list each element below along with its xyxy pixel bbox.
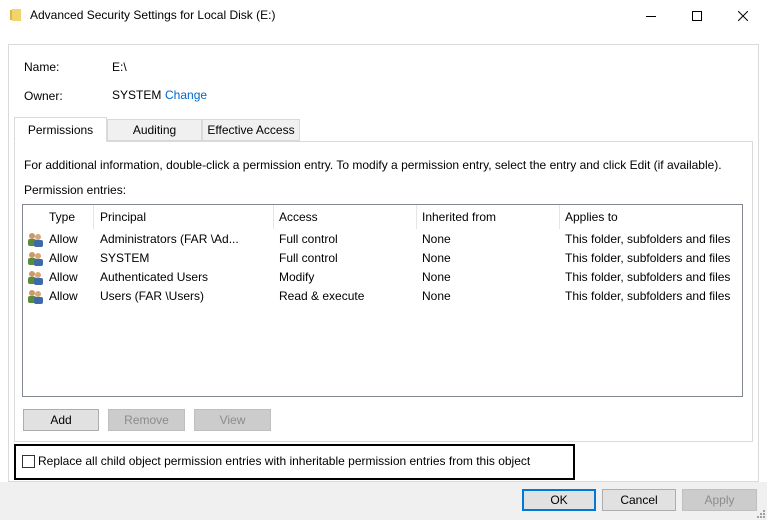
window-title: Advanced Security Settings for Local Dis… [30, 8, 276, 22]
entry-principal: Users (FAR \Users) [100, 289, 205, 303]
replace-child-permissions-checkbox[interactable] [22, 455, 35, 468]
ok-button[interactable]: OK [522, 489, 596, 511]
entry-principal: Administrators (FAR \Ad... [100, 232, 239, 246]
permission-entries-label: Permission entries: [24, 183, 127, 197]
table-row[interactable]: Allow Administrators (FAR \Ad... Full co… [23, 230, 742, 249]
minimize-button[interactable] [628, 0, 674, 31]
tab-permissions[interactable]: Permissions [14, 117, 107, 142]
column-header-access[interactable]: Access [274, 205, 416, 229]
column-header-applies-to[interactable]: Applies to [560, 205, 742, 229]
minimize-icon [646, 15, 656, 17]
entry-access: Modify [279, 270, 315, 284]
entry-applies-to: This folder, subfolders and files [565, 251, 731, 265]
entry-inherited-from: None [422, 232, 451, 246]
entry-inherited-from: None [422, 270, 451, 284]
entry-applies-to: This folder, subfolders and files [565, 232, 731, 246]
tab-auditing[interactable]: Auditing [107, 119, 202, 141]
owner-value: SYSTEM [112, 88, 162, 102]
maximize-button[interactable] [674, 0, 720, 31]
apply-button[interactable]: Apply [682, 489, 757, 511]
entry-applies-to: This folder, subfolders and files [565, 289, 731, 303]
dialog-footer: OK Cancel Apply [0, 482, 767, 520]
replace-child-permissions-label[interactable]: Replace all child object permission entr… [38, 454, 530, 468]
entry-type: Allow [49, 251, 78, 265]
column-header-inherited-from[interactable]: Inherited from [417, 205, 559, 229]
entry-type: Allow [49, 289, 78, 303]
users-icon [28, 271, 43, 285]
table-body: Allow Administrators (FAR \Ad... Full co… [23, 230, 742, 306]
maximize-icon [692, 10, 702, 21]
entry-inherited-from: None [422, 251, 451, 265]
users-icon [28, 290, 43, 304]
name-label: Name: [24, 60, 60, 74]
users-icon [28, 233, 43, 247]
table-row[interactable]: Allow SYSTEM Full control None This fold… [23, 249, 742, 268]
add-button[interactable]: Add [23, 409, 99, 431]
column-header-principal[interactable]: Principal [95, 205, 273, 229]
entry-principal: Authenticated Users [100, 270, 209, 284]
title-bar: Advanced Security Settings for Local Dis… [0, 0, 767, 31]
owner-label: Owner: [24, 89, 63, 103]
tab-effective-access[interactable]: Effective Access [202, 119, 300, 141]
view-button[interactable]: View [194, 409, 271, 431]
resize-grip-icon[interactable] [755, 508, 765, 518]
entry-access: Read & execute [279, 289, 365, 303]
name-value: E:\ [112, 60, 127, 74]
entry-type: Allow [49, 270, 78, 284]
entry-inherited-from: None [422, 289, 451, 303]
users-icon [28, 252, 43, 266]
entry-principal: SYSTEM [100, 251, 150, 265]
instructions-text: For additional information, double-click… [24, 158, 722, 172]
entry-applies-to: This folder, subfolders and files [565, 270, 731, 284]
column-divider[interactable] [93, 205, 94, 229]
close-button[interactable] [720, 0, 766, 31]
table-row[interactable]: Allow Authenticated Users Modify None Th… [23, 268, 742, 287]
entry-access: Full control [279, 232, 338, 246]
entry-type: Allow [49, 232, 78, 246]
close-icon [738, 10, 748, 21]
folder-icon [10, 9, 21, 21]
change-owner-link[interactable]: Change [165, 88, 207, 102]
table-row[interactable]: Allow Users (FAR \Users) Read & execute … [23, 287, 742, 306]
cancel-button[interactable]: Cancel [602, 489, 676, 511]
remove-button[interactable]: Remove [108, 409, 185, 431]
entry-access: Full control [279, 251, 338, 265]
permission-entries-list[interactable]: Type Principal Access Inherited from App… [22, 204, 743, 397]
